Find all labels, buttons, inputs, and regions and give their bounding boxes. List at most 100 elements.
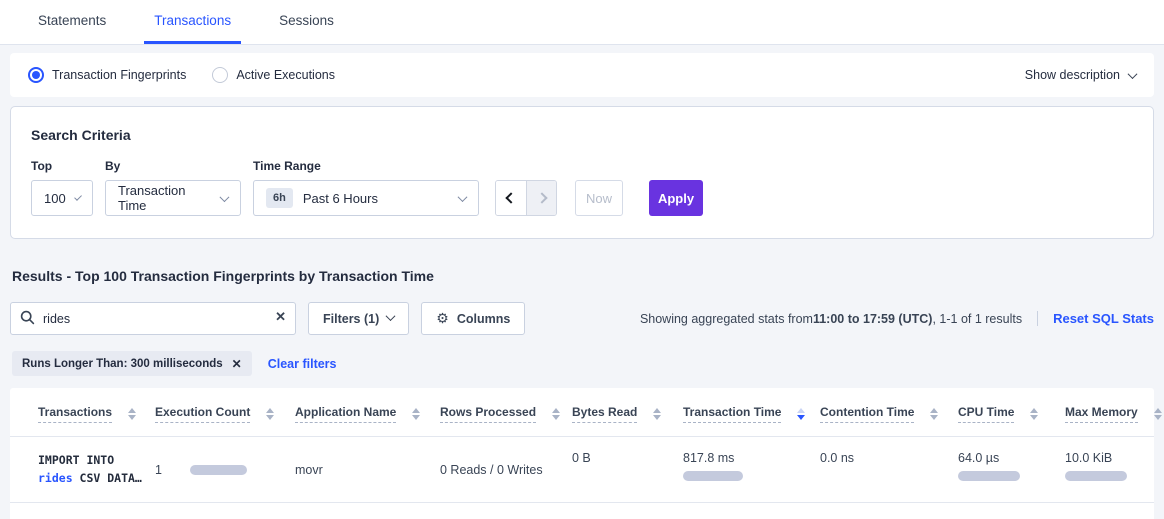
view-toggle-group: Transaction Fingerprints Active Executio… <box>28 67 335 83</box>
apply-button[interactable]: Apply <box>649 180 703 216</box>
column-label[interactable]: Transaction Time <box>683 405 781 423</box>
tab-statements[interactable]: Statements <box>28 1 116 44</box>
active-filters-row: Runs Longer Than: 300 milliseconds ✕ Cle… <box>12 351 1154 376</box>
cell-contention-time: 0.0 ns <box>820 437 958 503</box>
search-criteria-panel: Search Criteria Top 100 By Transaction T… <box>10 106 1154 239</box>
cell-bytes-read: 0 B <box>572 437 683 503</box>
search-box: ✕ <box>10 302 296 335</box>
by-select[interactable]: Transaction Time <box>105 180 241 216</box>
column-label[interactable]: Bytes Read <box>572 405 637 423</box>
cell-execution-count: 1 <box>155 437 295 503</box>
transaction-time-value: 817.8 ms <box>683 451 816 465</box>
column-label[interactable]: Rows Processed <box>440 405 536 423</box>
time-range-prev-button[interactable] <box>496 181 526 215</box>
max-memory-bar <box>1065 471 1127 481</box>
column-label[interactable]: Max Memory <box>1065 405 1138 423</box>
filters-button[interactable]: Filters (1) <box>308 302 409 335</box>
column-header-transactions: Transactions <box>10 388 155 437</box>
column-header-bytes-read: Bytes Read <box>572 388 683 437</box>
time-range-next-button[interactable] <box>526 181 556 215</box>
sort-icon[interactable] <box>653 408 661 420</box>
radio-active-executions[interactable]: Active Executions <box>212 67 335 83</box>
column-label[interactable]: Contention Time <box>820 405 914 423</box>
by-select-value: Transaction Time <box>118 183 211 213</box>
execution-count-value: 1 <box>155 463 162 477</box>
time-range-field: Time Range 6h Past 6 Hours <box>253 159 479 216</box>
time-range-label: Time Range <box>253 159 479 173</box>
chevron-down-icon <box>220 192 230 202</box>
cpu-time-value: 64.0 µs <box>958 451 1061 465</box>
sort-icon[interactable] <box>1154 408 1162 420</box>
sql-line-1: IMPORT INTO <box>38 451 151 469</box>
tab-sessions[interactable]: Sessions <box>269 1 344 44</box>
radio-selected-icon[interactable] <box>28 67 44 83</box>
top-select-value: 100 <box>44 191 66 206</box>
column-header-application-name: Application Name <box>295 388 440 437</box>
column-label[interactable]: Execution Count <box>155 405 250 423</box>
sort-icon[interactable] <box>266 408 274 420</box>
time-range-pager <box>495 180 557 216</box>
column-header-contention-time: Contention Time <box>820 388 958 437</box>
by-label: By <box>105 159 241 173</box>
cell-transaction-time: 817.8 ms <box>683 437 820 503</box>
cell-application-name: movr <box>295 437 440 503</box>
column-header-rows-processed: Rows Processed <box>440 388 572 437</box>
tab-transactions[interactable]: Transactions <box>144 1 241 44</box>
transaction-fingerprint-link[interactable]: IMPORT INTO rides CSV DATA… <box>38 451 151 487</box>
cell-cpu-time: 64.0 µs <box>958 437 1065 503</box>
cpu-time-bar <box>958 471 1020 481</box>
sort-icon[interactable] <box>552 408 560 420</box>
sort-icon[interactable] <box>930 408 938 420</box>
column-header-transaction-time: Transaction Time <box>683 388 820 437</box>
table-name-link[interactable]: rides <box>38 471 73 485</box>
search-input[interactable] <box>10 302 296 335</box>
column-header-cpu-time: CPU Time <box>958 388 1065 437</box>
show-description-label: Show description <box>1025 68 1120 82</box>
columns-button[interactable]: ⚙ Columns <box>421 302 525 335</box>
radio-unselected-icon[interactable] <box>212 67 228 83</box>
execution-count-bar <box>190 465 247 475</box>
results-controls-row: ✕ Filters (1) ⚙ Columns Showing aggregat… <box>10 302 1154 335</box>
column-label[interactable]: Transactions <box>38 405 112 423</box>
filter-chip: Runs Longer Than: 300 milliseconds ✕ <box>12 351 252 376</box>
time-range-select[interactable]: 6h Past 6 Hours <box>253 180 479 216</box>
radio-label: Transaction Fingerprints <box>52 68 186 82</box>
clear-filters-link[interactable]: Clear filters <box>268 357 337 371</box>
stats-suffix: , 1-1 of 1 results <box>932 312 1022 326</box>
show-description-toggle[interactable]: Show description <box>1025 68 1136 82</box>
sort-icon[interactable] <box>128 408 136 420</box>
column-label[interactable]: CPU Time <box>958 405 1014 423</box>
reset-sql-stats-link[interactable]: Reset SQL Stats <box>1037 311 1154 326</box>
aggregated-stats-text: Showing aggregated stats from 11:00 to 1… <box>640 311 1154 326</box>
search-criteria-controls: Top 100 By Transaction Time Time Range 6… <box>31 159 1133 216</box>
chevron-down-icon <box>386 311 396 321</box>
now-button[interactable]: Now <box>575 180 623 216</box>
gear-icon: ⚙ <box>436 310 449 327</box>
column-label[interactable]: Application Name <box>295 405 396 423</box>
cell-rows-processed: 0 Reads / 0 Writes <box>440 437 572 503</box>
sort-icon-active-desc[interactable] <box>797 408 805 420</box>
rows-processed-value: 0 Reads / 0 Writes <box>440 463 543 477</box>
search-criteria-title: Search Criteria <box>31 127 1133 143</box>
transactions-table: Transactions Execution Count Application… <box>10 388 1154 503</box>
time-range-value-wrap: 6h Past 6 Hours <box>266 188 378 208</box>
remove-filter-icon[interactable]: ✕ <box>232 357 242 371</box>
radio-label: Active Executions <box>236 68 335 82</box>
column-header-max-memory: Max Memory <box>1065 388 1154 437</box>
table-header-row: Transactions Execution Count Application… <box>10 388 1154 437</box>
chevron-left-icon <box>505 192 516 203</box>
chevron-right-icon <box>536 192 547 203</box>
clear-search-icon[interactable]: ✕ <box>275 309 286 325</box>
chevron-down-icon <box>1128 69 1138 79</box>
application-name-value: movr <box>295 463 323 477</box>
sort-icon[interactable] <box>1030 408 1038 420</box>
stats-prefix: Showing aggregated stats from <box>640 312 813 326</box>
columns-button-label: Columns <box>457 312 510 326</box>
top-select[interactable]: 100 <box>31 180 93 216</box>
search-icon <box>20 310 35 328</box>
radio-transaction-fingerprints[interactable]: Transaction Fingerprints <box>28 67 186 83</box>
time-range-value: Past 6 Hours <box>303 191 378 206</box>
max-memory-value: 10.0 KiB <box>1065 451 1150 465</box>
sort-icon[interactable] <box>412 408 420 420</box>
chevron-down-icon <box>458 192 468 202</box>
